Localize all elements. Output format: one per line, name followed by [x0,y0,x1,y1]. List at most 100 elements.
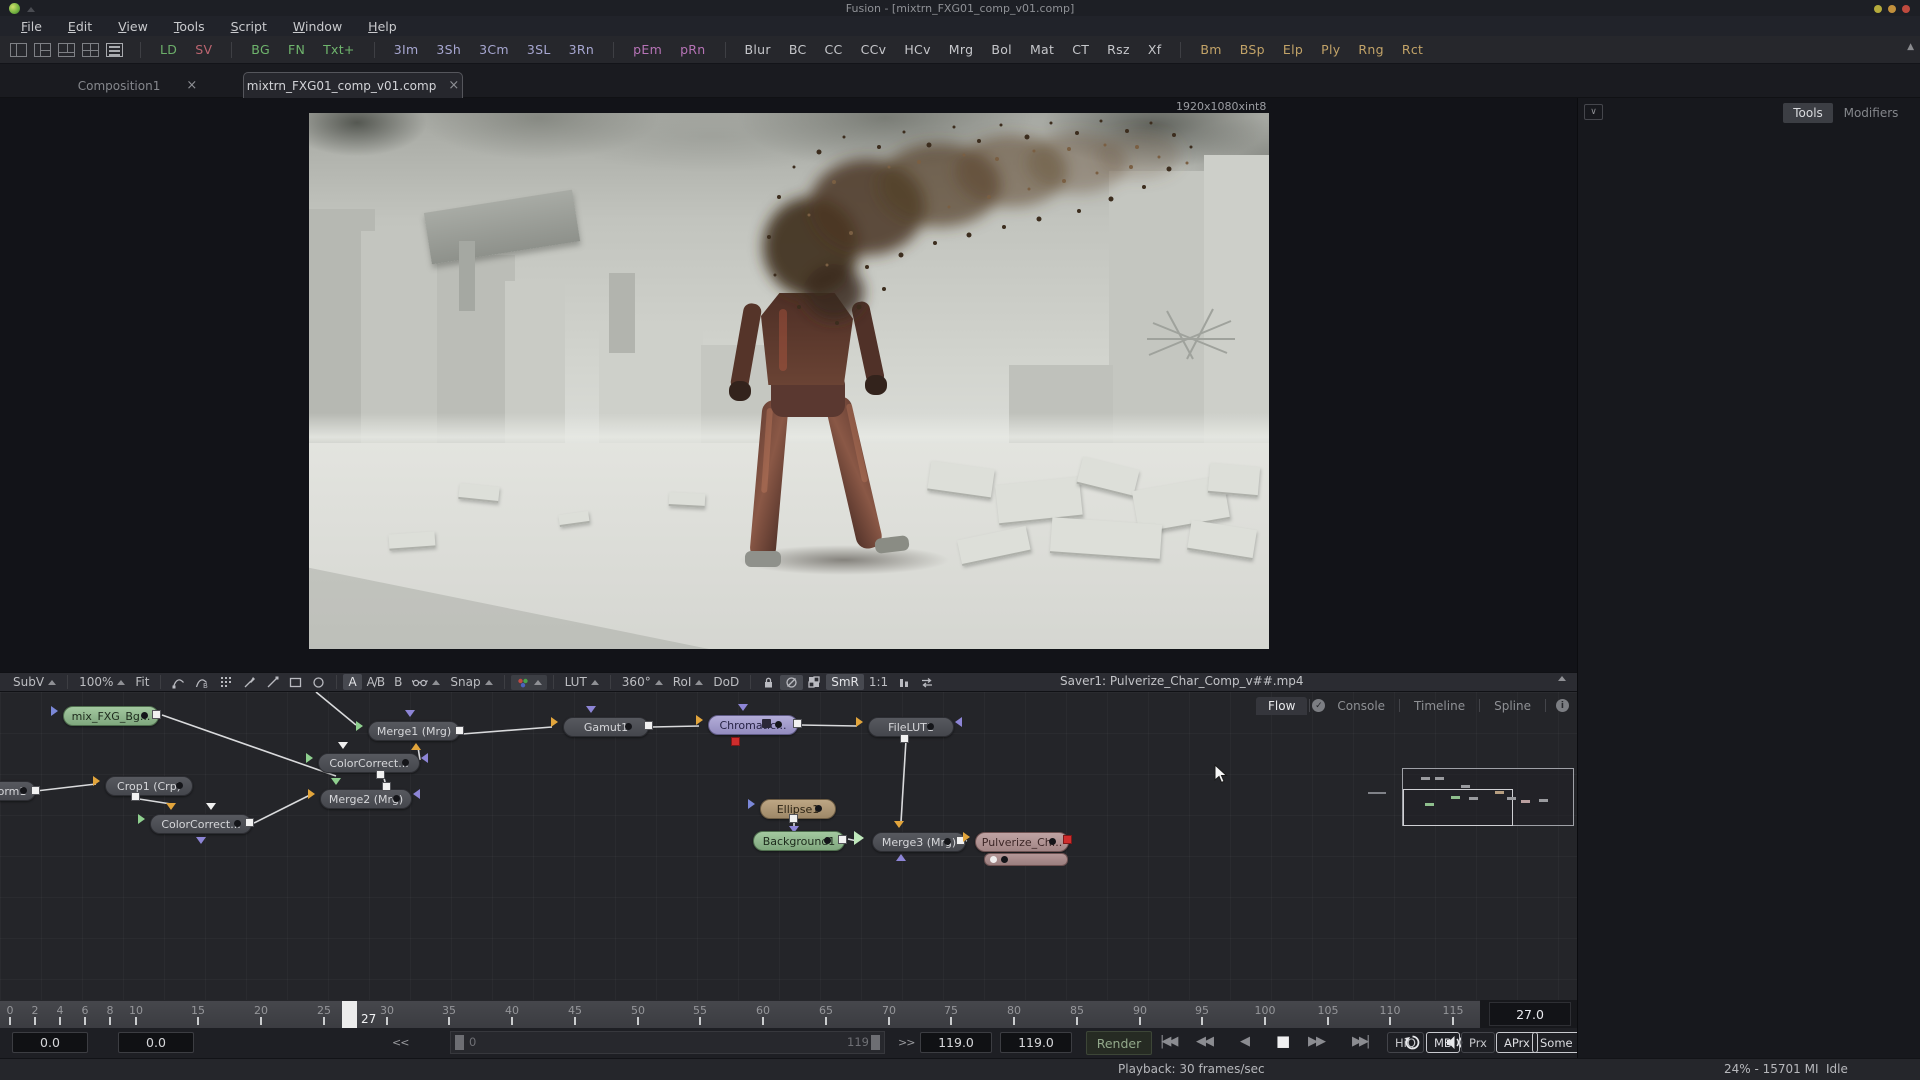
play-forward-button[interactable]: ▶▶ [1308,1034,1324,1049]
tool-bspline-button[interactable]: BSp [1231,40,1274,59]
playhead[interactable] [342,1001,357,1029]
tab-composition1[interactable]: Composition1 × [30,74,245,97]
selective-update-button[interactable]: Some [1532,1032,1581,1053]
tool-colorcurves-button[interactable]: CCv [852,40,896,59]
rectangle-tool-icon[interactable] [284,675,307,690]
tool-image3d-button[interactable]: 3Im [385,40,428,59]
window-maximize-icon[interactable] [1888,5,1896,13]
tool-colorcorrector-button[interactable]: CC [816,40,852,59]
tool-textplus-button[interactable]: Txt+ [314,40,364,59]
menu-help[interactable]: Help [355,17,410,36]
play-reverse-button[interactable]: ◀ [1240,1034,1248,1049]
tab-spline[interactable]: Spline [1482,697,1543,715]
paint-grid-icon[interactable] [215,675,238,690]
menu-window[interactable]: Window [280,17,355,36]
tab-composition1-close-icon[interactable]: × [186,78,197,93]
tab-mixtrn-comp-close-icon[interactable]: × [448,78,459,93]
render-start-field[interactable]: 0.0 [118,1032,194,1053]
tool-fastnoise-button[interactable]: FN [279,40,314,59]
tool-mattecontrol-button[interactable]: Mat [1021,40,1063,59]
view-b-button[interactable]: B [389,674,407,690]
tab-console[interactable]: Console [1325,697,1397,715]
tool-bitmap-button[interactable]: Bm [1191,40,1230,59]
subview-button[interactable]: SubV [8,674,61,690]
global-end-field[interactable]: 119.0 [1000,1032,1072,1053]
tool-rect-button[interactable]: Rct [1393,40,1432,59]
render-range-slider[interactable]: 0 119 [450,1031,885,1054]
go-last-frame-button[interactable]: ▶▶| [1352,1034,1367,1049]
viewer-source-label[interactable]: Saver1: Pulverize_Char_Comp_v##.mp4 [1060,674,1304,688]
tool-saver-button[interactable]: SV [186,40,221,59]
tool-background-button[interactable]: BG [242,40,279,59]
tab-mixtrn-comp[interactable]: mixtrn_FXG01_comp_v01.comp × [243,72,463,98]
node-merge1[interactable]: Merge1 (Mrg) [368,721,460,741]
window-close-icon[interactable] [1902,5,1910,13]
line-tool-icon[interactable] [261,675,284,690]
menu-tools[interactable]: Tools [161,17,218,36]
info-icon[interactable]: i [1556,699,1569,712]
tool-transform-button[interactable]: Xf [1139,40,1171,59]
tab-flow[interactable]: Flow [1256,697,1307,715]
tool-camera3d-button[interactable]: 3Cm [470,40,518,59]
node-background1[interactable]: Background1 [753,831,845,851]
channel-rgb-icon[interactable] [511,675,547,690]
stereo-glasses-icon[interactable] [407,675,445,689]
lut-button[interactable]: LUT [560,674,604,690]
checker-underlay-icon[interactable] [803,675,826,690]
tool-shape3d-button[interactable]: 3Sh [427,40,470,59]
node-merge3[interactable]: Merge3 (Mrg) [872,832,966,852]
go-first-frame-button[interactable]: |◀◀ [1160,1034,1175,1049]
tab-modifiers[interactable]: Modifiers [1836,103,1906,123]
bspline-tool-icon[interactable]: B [190,675,215,690]
tool-rectangle-mask-button[interactable]: Rng [1349,40,1392,59]
tool-merge-button[interactable]: Mrg [940,40,983,59]
fit-button[interactable]: Fit [130,674,154,690]
layout-quad-icon[interactable] [82,43,99,57]
stop-button[interactable]: ■ [1276,1032,1290,1050]
tool-brightness-button[interactable]: BC [780,40,816,59]
tool-polygon-button[interactable]: Ply [1312,40,1349,59]
node-filelut1[interactable]: FileLUT1 [868,717,954,737]
range-out-handle[interactable] [871,1035,880,1050]
layout-split-icon[interactable] [34,43,51,57]
window-minimize-icon[interactable] [1874,5,1882,13]
render-button[interactable]: Render [1086,1031,1152,1055]
node-ellipse1[interactable]: Ellipse1 [760,799,836,819]
tab-tools[interactable]: Tools [1783,103,1833,123]
viewer-source-expand-icon[interactable] [1558,676,1566,681]
tool-resize-button[interactable]: Rsz [1098,40,1139,59]
tool-spotlight3d-button[interactable]: 3SL [518,40,560,59]
menu-view[interactable]: View [105,17,161,36]
tab-timeline[interactable]: Timeline [1402,697,1477,715]
levels-icon[interactable] [893,675,915,690]
view-a-button[interactable]: A [343,674,361,690]
layout-bottom-icon[interactable] [58,43,75,57]
panel-collapse-button[interactable]: ∨ [1584,104,1603,120]
tool-huecurves-button[interactable]: HCv [895,40,939,59]
layout-stack-icon[interactable] [106,43,123,57]
zoom-level-button[interactable]: 100% [74,674,130,690]
flow-navigator[interactable] [1402,768,1574,826]
timeline-ruler[interactable]: 0 2 4 6 8 10 15 20 25 30 35 40 45 50 55 … [0,1000,1480,1028]
tool-ellipse-button[interactable]: Elp [1274,40,1312,59]
navigator-viewport[interactable] [1403,789,1513,826]
viewer-image[interactable] [309,113,1269,649]
smooth-resize-button[interactable]: SmR [826,674,864,690]
range-in-handle[interactable] [455,1035,464,1050]
brush-tool-icon[interactable] [238,675,261,690]
lock-icon[interactable] [757,675,780,690]
tool-boolean-button[interactable]: Bol [982,40,1021,59]
circle-tool-icon[interactable] [307,675,330,690]
tool-colortransform-button[interactable]: CT [1063,40,1098,59]
layout-single-icon[interactable] [10,43,27,57]
swap-arrows-icon[interactable] [915,675,939,690]
roi-button[interactable]: RoI [668,674,709,690]
tool-blur-button[interactable]: Blur [736,40,780,59]
menu-script[interactable]: Script [218,17,280,36]
step-back-fast-button[interactable]: ◀◀ [1196,1034,1212,1049]
tool-loader-button[interactable]: LD [151,40,186,59]
toolbar-overflow-icon[interactable]: ▲ [1907,42,1914,52]
proxy-button[interactable]: Prx [1461,1032,1495,1053]
tool-render3d-button[interactable]: 3Rn [560,40,603,59]
hiq-button[interactable]: HiQ [1387,1032,1424,1053]
